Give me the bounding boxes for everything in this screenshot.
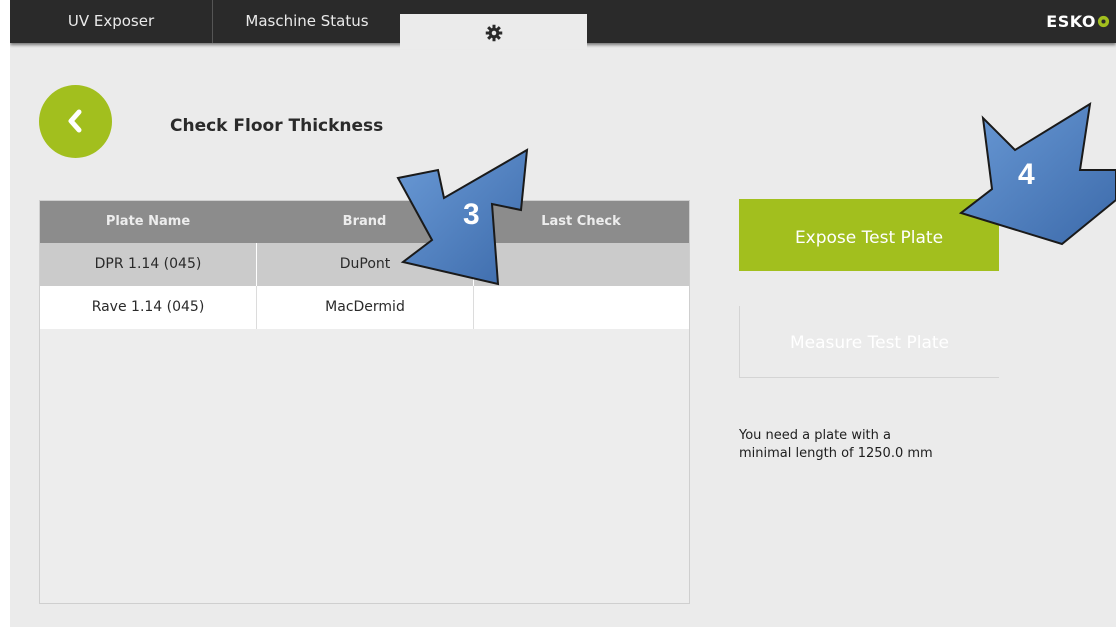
column-header-plate-name[interactable]: Plate Name <box>40 201 256 243</box>
cell-brand: MacDermid <box>256 286 473 329</box>
esko-logo: ESKO <box>1046 0 1110 43</box>
table-row[interactable]: DPR 1.14 (045) DuPont <box>40 243 689 286</box>
measure-test-plate-button[interactable]: Measure Test Plate <box>739 306 999 378</box>
column-header-brand[interactable]: Brand <box>256 201 473 243</box>
back-button[interactable] <box>39 85 112 158</box>
cell-plate-name: Rave 1.14 (045) <box>91 299 205 315</box>
page-title: Check Floor Thickness <box>170 116 384 136</box>
column-header-last-check[interactable]: Last Check <box>473 201 689 243</box>
cell-brand: DuPont <box>256 243 473 286</box>
expose-test-plate-button[interactable]: Expose Test Plate <box>739 199 999 271</box>
plate-table: Plate Name Brand Last Check DPR 1.14 (04… <box>39 200 690 604</box>
tab-settings[interactable] <box>400 14 587 49</box>
table-header: Plate Name Brand Last Check <box>40 201 689 243</box>
chevron-left-icon <box>68 109 82 133</box>
callout-label-3: 3 <box>463 198 480 231</box>
tab-uv-exposer[interactable]: UV Exposer <box>10 0 212 43</box>
plate-length-note: You need a plate with a minimal length o… <box>739 427 969 463</box>
cell-last-check <box>473 243 689 286</box>
logo-text: ESKO <box>1046 12 1096 31</box>
cell-last-check <box>473 286 689 329</box>
tab-machine-status[interactable]: Maschine Status <box>212 0 401 43</box>
app-window: UV Exposer Maschine Status ESKO Check Fl… <box>10 0 1116 627</box>
note-line-1: You need a plate with a <box>739 428 891 443</box>
note-line-2: minimal length of 1250.0 mm <box>739 446 933 461</box>
logo-mark-icon <box>1097 15 1110 28</box>
table-row[interactable]: Rave 1.14 (045) MacDermid <box>40 286 689 329</box>
callout-label-4: 4 <box>1018 158 1035 191</box>
cell-plate-name: DPR 1.14 (045) <box>94 256 202 272</box>
top-navigation-bar: UV Exposer Maschine Status ESKO <box>10 0 1116 49</box>
gear-icon <box>485 24 502 42</box>
